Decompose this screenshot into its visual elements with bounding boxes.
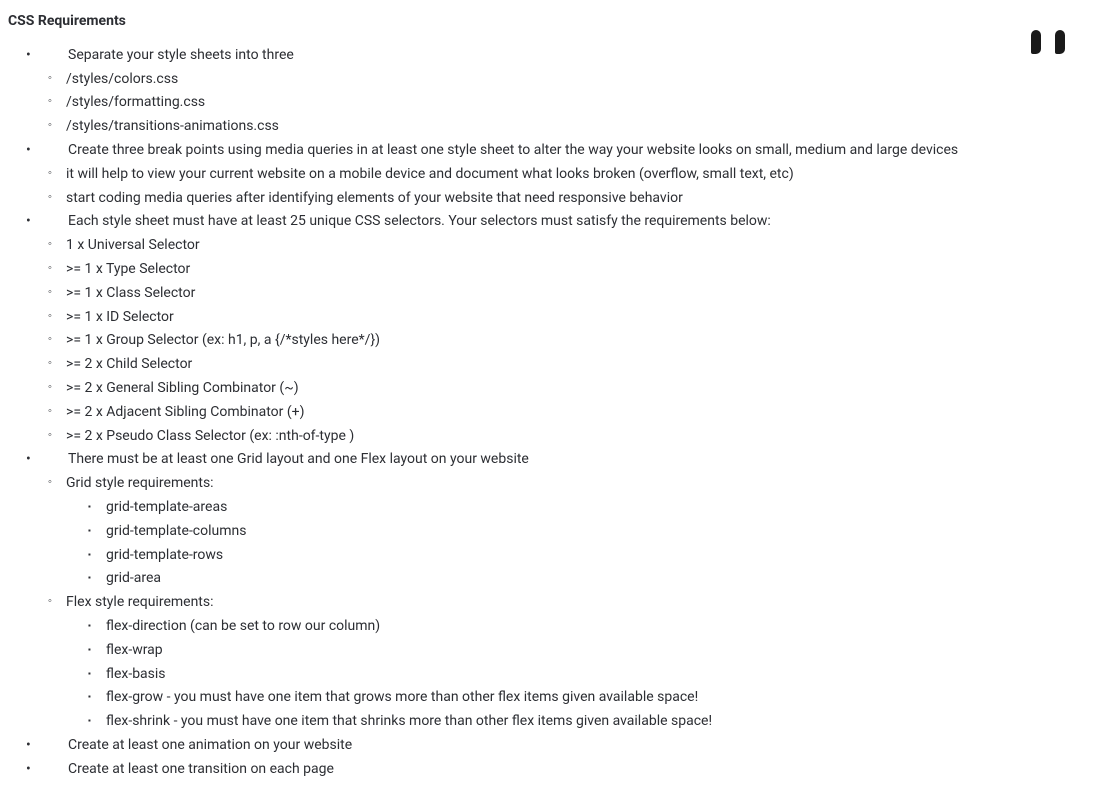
list-item-text: >= 1 x ID Selector xyxy=(66,309,174,325)
list-item-text: /styles/transitions-animations.css xyxy=(66,118,279,134)
list-item: it will help to view your current websit… xyxy=(48,163,1093,187)
list-item: Separate your style sheets into three/st… xyxy=(26,44,1093,139)
list-item-text: /styles/formatting.css xyxy=(66,94,205,110)
nested-list: 1 x Universal Selector >= 1 x Type Select… xyxy=(46,234,1093,448)
list-item: >= 2 x Child Selector xyxy=(48,353,1093,377)
list-item-text: >= 2 x Child Selector xyxy=(66,356,192,372)
list-item-text: There must be at least one Grid layout a… xyxy=(46,448,529,472)
list-item-text: Flex style requirements: xyxy=(66,594,214,610)
list-item-text: Each style sheet must have at least 25 u… xyxy=(46,210,771,234)
list-item-text: it will help to view your current websit… xyxy=(66,166,794,182)
list-item: /styles/formatting.css xyxy=(48,91,1093,115)
list-item-text: >= 1 x Type Selector xyxy=(66,261,190,277)
list-item: There must be at least one Grid layout a… xyxy=(26,448,1093,734)
list-item: flex-grow - you must have one item that … xyxy=(88,686,1093,710)
list-item: >= 1 x ID Selector xyxy=(48,306,1093,330)
list-item-text: Create at least one transition on each p… xyxy=(46,758,334,782)
list-item-text: Create at least one animation on your we… xyxy=(46,734,352,758)
list-item-text: >= 1 x Class Selector xyxy=(66,285,195,301)
list-item: Grid style requirements: grid-template-ar… xyxy=(48,472,1093,591)
list-item-text: grid-template-areas xyxy=(106,499,227,515)
nested-list: Grid style requirements: grid-template-ar… xyxy=(46,472,1093,734)
list-item: 1 x Universal Selector xyxy=(48,234,1093,258)
list-item-text: >= 2 x Adjacent Sibling Combinator (+) xyxy=(66,404,304,420)
list-item-text: flex-shrink - you must have one item tha… xyxy=(106,713,712,729)
list-item: flex-shrink - you must have one item tha… xyxy=(88,710,1093,734)
list-item: Flex style requirements: flex-direction (… xyxy=(48,591,1093,734)
list-item: /styles/transitions-animations.css xyxy=(48,115,1093,139)
list-item: Create at least one transition on each p… xyxy=(26,758,1093,782)
list-item: start coding media queries after identif… xyxy=(48,187,1093,211)
list-item-text: start coding media queries after identif… xyxy=(66,190,683,206)
list-item-text: flex-basis xyxy=(106,666,166,682)
list-item: flex-direction (can be set to row our co… xyxy=(88,615,1093,639)
list-item-text: /styles/colors.css xyxy=(66,71,178,87)
list-item-text: >= 2 x Pseudo Class Selector (ex: :nth-o… xyxy=(66,428,354,444)
list-item-text: flex-grow - you must have one item that … xyxy=(106,689,698,705)
list-item: Create three break points using media qu… xyxy=(26,139,1093,210)
list-item: grid-template-columns xyxy=(88,520,1093,544)
list-item-text: Create three break points using media qu… xyxy=(46,139,958,163)
requirements-list: Separate your style sheets into three/st… xyxy=(8,44,1093,782)
nested-list: flex-direction (can be set to row our co… xyxy=(66,615,1093,734)
list-item: grid-template-areas xyxy=(88,496,1093,520)
list-item-text: flex-direction (can be set to row our co… xyxy=(106,618,380,634)
list-item-text: 1 x Universal Selector xyxy=(66,237,200,253)
nested-list: /styles/colors.css/styles/formatting.css… xyxy=(46,68,1093,139)
list-item-text: >= 1 x Group Selector (ex: h1, p, a {/*s… xyxy=(66,332,380,348)
list-item-text: Separate your style sheets into three xyxy=(46,44,294,68)
list-item-text: flex-wrap xyxy=(106,642,163,658)
list-item: >= 2 x General Sibling Combinator (~) xyxy=(48,377,1093,401)
list-item: >= 2 x Adjacent Sibling Combinator (+) xyxy=(48,401,1093,425)
list-item-text: grid-area xyxy=(106,570,161,586)
list-item: flex-wrap xyxy=(88,639,1093,663)
list-item: grid-area xyxy=(88,567,1093,591)
list-item: grid-template-rows xyxy=(88,544,1093,568)
list-item-text: Grid style requirements: xyxy=(66,475,214,491)
list-item: flex-basis xyxy=(88,663,1093,687)
list-item: /styles/colors.css xyxy=(48,68,1093,92)
list-item: >= 1 x Group Selector (ex: h1, p, a {/*s… xyxy=(48,329,1093,353)
nested-list: grid-template-areas grid-template-columns… xyxy=(66,496,1093,591)
list-item: Create at least one animation on your we… xyxy=(26,734,1093,758)
list-item-text: grid-template-columns xyxy=(106,523,246,539)
list-item: >= 2 x Pseudo Class Selector (ex: :nth-o… xyxy=(48,425,1093,449)
list-item-text: grid-template-rows xyxy=(106,547,223,563)
list-item: >= 1 x Type Selector xyxy=(48,258,1093,282)
list-item: >= 1 x Class Selector xyxy=(48,282,1093,306)
section-heading: CSS Requirements xyxy=(8,10,1093,34)
nested-list: it will help to view your current websit… xyxy=(46,163,1093,211)
list-item-text: >= 2 x General Sibling Combinator (~) xyxy=(66,380,299,396)
list-item: Each style sheet must have at least 25 u… xyxy=(26,210,1093,448)
